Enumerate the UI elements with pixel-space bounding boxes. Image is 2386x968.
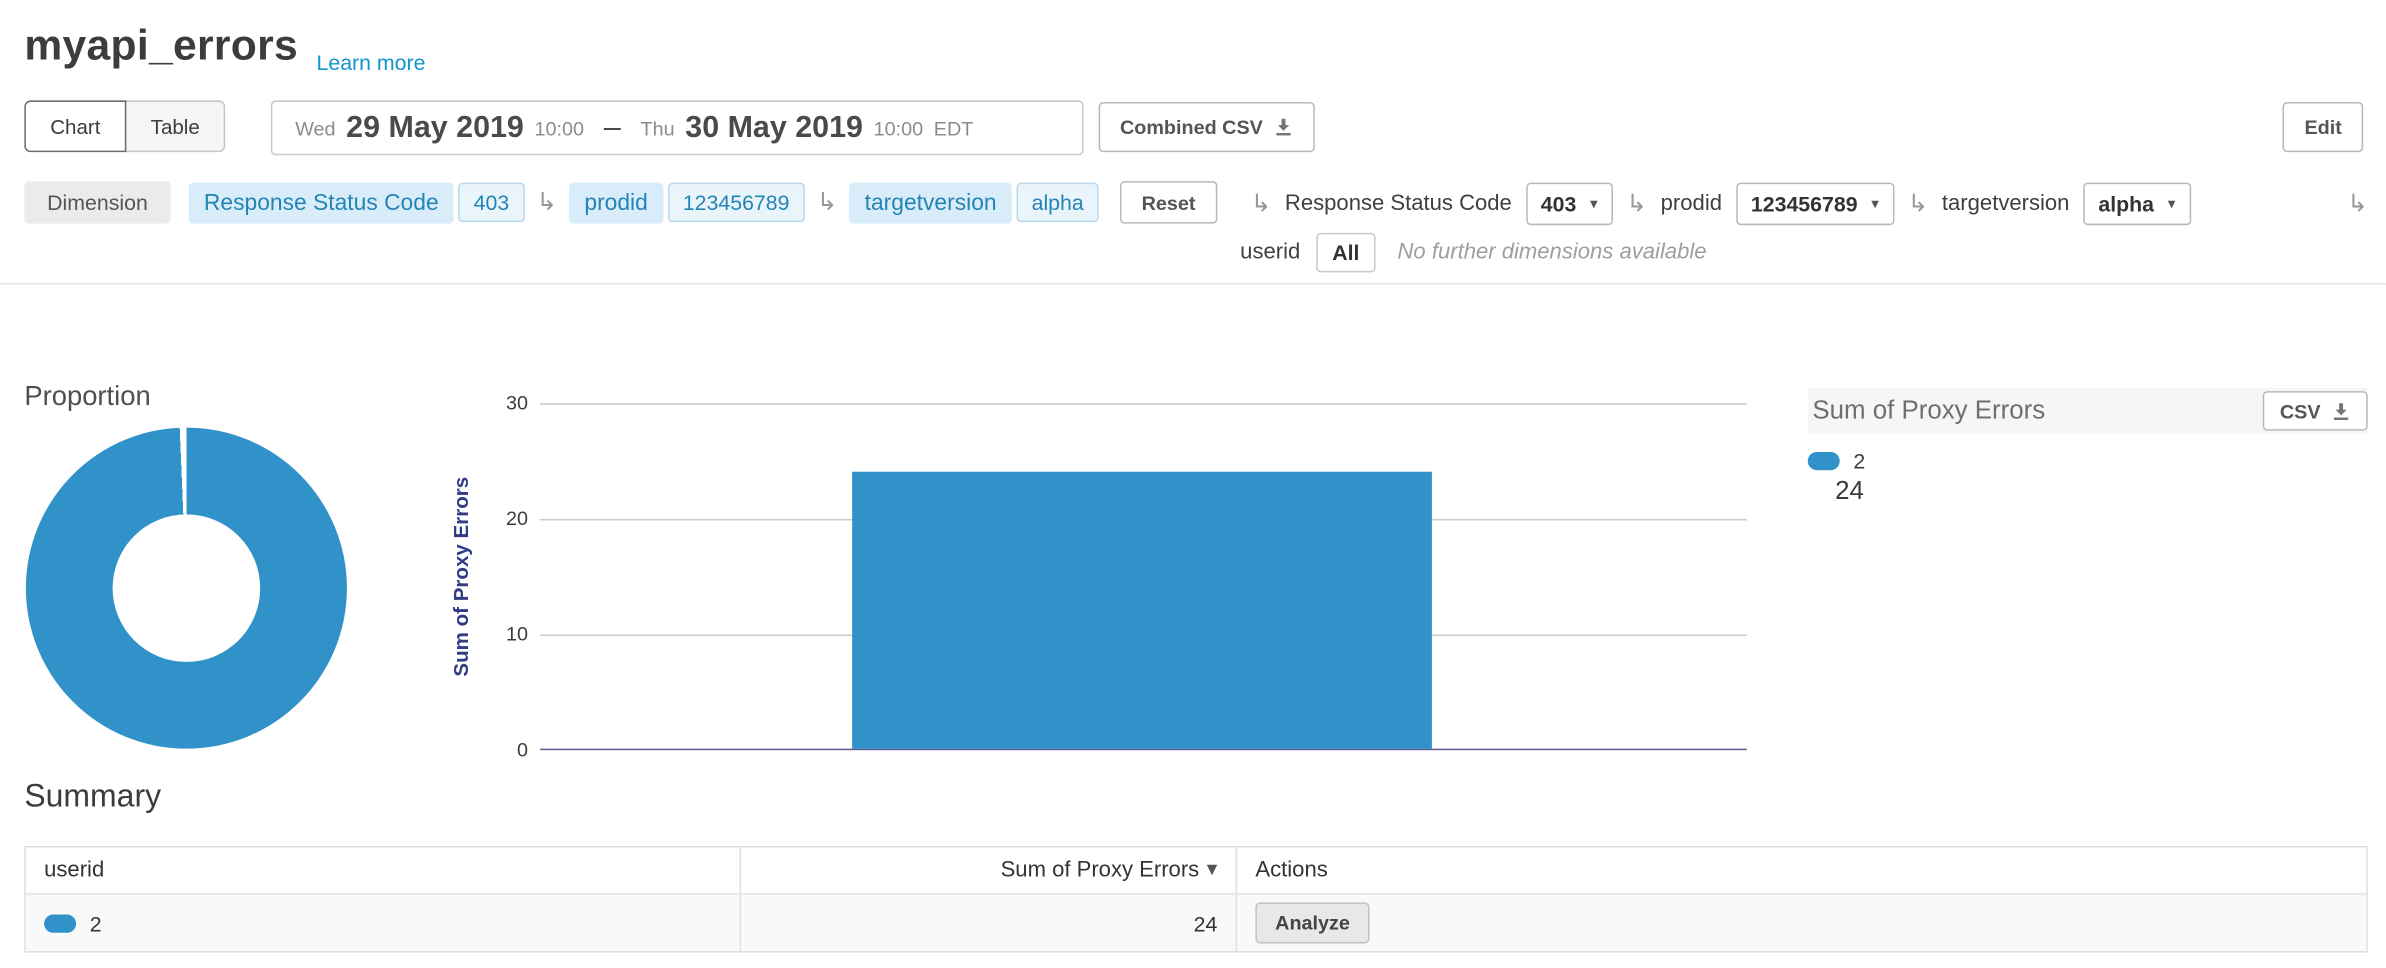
learn-more-link[interactable]: Learn more — [317, 50, 426, 74]
no-more-dimensions-text: No further dimensions available — [1397, 240, 1706, 264]
table-toggle-button[interactable]: Table — [125, 100, 226, 152]
date-timezone: EDT — [934, 116, 974, 139]
view-toggle: Chart Table — [24, 100, 225, 152]
breadcrumb-chip[interactable]: Response Status Code 403 — [189, 182, 525, 223]
drill-down-arrow-icon: ↳ — [1627, 192, 1647, 216]
reset-button[interactable]: Reset — [1120, 181, 1217, 224]
legend-item[interactable]: 2 — [1808, 449, 1866, 473]
breadcrumb-name: prodid — [569, 182, 663, 223]
analyze-button[interactable]: Analyze — [1255, 902, 1369, 943]
breadcrumb-value: 123456789 — [668, 183, 805, 223]
edit-button[interactable]: Edit — [2283, 102, 2363, 152]
selector-dropdown-prodid[interactable]: 123456789 ▾ — [1736, 183, 1894, 226]
legend-value: 24 — [1835, 476, 1864, 506]
series-swatch — [44, 914, 76, 932]
csv-button[interactable]: CSV — [2263, 391, 2368, 431]
csv-label: CSV — [2280, 399, 2321, 422]
chevron-down-icon: ▾ — [2168, 196, 2176, 213]
download-icon — [1274, 117, 1294, 137]
date-start-date: 29 May 2019 — [346, 110, 524, 145]
date-range-separator: – — [604, 110, 621, 145]
page-title: myapi_errors — [24, 21, 298, 70]
proportion-donut-chart[interactable] — [26, 428, 347, 749]
dimension-label: Dimension — [24, 181, 170, 224]
drill-down-arrow-icon: ↳ — [1251, 192, 1271, 216]
section-divider — [0, 283, 2386, 285]
summary-title: Summary — [24, 779, 161, 816]
date-end-day: Thu — [641, 116, 675, 139]
drill-down-arrow-icon: ↳ — [537, 190, 557, 214]
table-header-row: userid Sum of Proxy Errors ▼ Actions — [26, 848, 2366, 895]
download-icon — [2331, 401, 2351, 421]
date-end-date: 30 May 2019 — [685, 110, 863, 145]
bar-chart-plot-area — [540, 403, 1747, 750]
chevron-down-icon: ▾ — [1871, 196, 1879, 213]
summary-table: userid Sum of Proxy Errors ▼ Actions 2 2… — [24, 846, 2367, 953]
drill-down-arrow-icon: ↳ — [1908, 192, 1928, 216]
cell-userid: 2 — [26, 895, 741, 951]
date-end-time: 10:00 — [874, 116, 924, 139]
date-start-day: Wed — [295, 116, 335, 139]
breadcrumb-name: Response Status Code — [189, 182, 454, 223]
legend-header: Sum of Proxy Errors CSV — [1808, 388, 2368, 434]
breadcrumb-name: targetversion — [849, 182, 1011, 223]
bar-rect[interactable] — [852, 471, 1432, 749]
breadcrumb-value: 403 — [458, 183, 524, 223]
sort-desc-icon[interactable]: ▼ — [1207, 863, 1218, 878]
legend-swatch — [1808, 452, 1840, 470]
userid-all-selector[interactable]: All — [1315, 233, 1376, 273]
selector-value: alpha — [2098, 192, 2154, 216]
breadcrumb-value: alpha — [1016, 183, 1099, 223]
cell-sum: 24 — [741, 895, 1237, 951]
y-tick-label: 10 — [487, 622, 528, 646]
gridline — [540, 403, 1747, 405]
column-header-userid: userid — [26, 848, 741, 894]
proportion-title: Proportion — [24, 380, 150, 412]
column-header-actions: Actions — [1237, 848, 2366, 894]
selector-label: prodid — [1661, 192, 1722, 216]
date-range-picker[interactable]: Wed 29 May 2019 10:00 – Thu 30 May 2019 … — [271, 100, 1084, 155]
column-header-sum-label: Sum of Proxy Errors — [1001, 858, 1200, 882]
selector-value: 123456789 — [1751, 192, 1858, 216]
selector-dropdown-targetversion[interactable]: alpha ▾ — [2083, 183, 2190, 226]
chevron-down-icon: ▾ — [1590, 196, 1598, 213]
y-tick-label: 0 — [487, 738, 528, 762]
table-row: 2 24 Analyze — [26, 895, 2366, 951]
selector-label: targetversion — [1942, 192, 2070, 216]
chart-toggle-button[interactable]: Chart — [24, 100, 126, 152]
legend-title: Sum of Proxy Errors — [1812, 396, 2045, 426]
breadcrumb-chip[interactable]: targetversion alpha — [849, 182, 1099, 223]
selector-value: 403 — [1541, 192, 1577, 216]
y-axis-title: Sum of Proxy Errors — [450, 477, 473, 677]
dimension-selectors-row2: userid All No further dimensions availab… — [1240, 231, 1706, 274]
column-header-sum[interactable]: Sum of Proxy Errors ▼ — [741, 848, 1237, 894]
breadcrumb-chip[interactable]: prodid 123456789 — [569, 182, 805, 223]
cell-actions: Analyze — [1237, 895, 2366, 951]
drill-down-arrow-icon: ↳ — [817, 190, 837, 214]
y-tick-label: 20 — [487, 507, 528, 531]
dimension-breadcrumbs: Response Status Code 403 ↳ prodid 123456… — [189, 180, 1217, 226]
drill-down-arrow-icon: ↳ — [2347, 192, 2367, 216]
selector-label-userid: userid — [1240, 240, 1300, 264]
date-start-time: 10:00 — [535, 116, 585, 139]
legend-key: 2 — [1853, 449, 1865, 473]
selector-label: Response Status Code — [1285, 192, 1512, 216]
app-window: myapi_errors Learn more Chart Table Wed … — [0, 0, 2386, 968]
edit-label: Edit — [2304, 116, 2341, 139]
donut-hole — [113, 514, 261, 662]
combined-csv-label: Combined CSV — [1120, 116, 1263, 139]
cell-userid-value: 2 — [90, 911, 102, 935]
dimension-selectors: ↳ Response Status Code 403 ▾ ↳ prodid 12… — [1251, 181, 2368, 227]
y-tick-label: 30 — [487, 391, 528, 415]
selector-dropdown-status-code[interactable]: 403 ▾ — [1526, 183, 1613, 226]
x-axis-baseline — [540, 749, 1747, 751]
combined-csv-button[interactable]: Combined CSV — [1099, 102, 1315, 152]
